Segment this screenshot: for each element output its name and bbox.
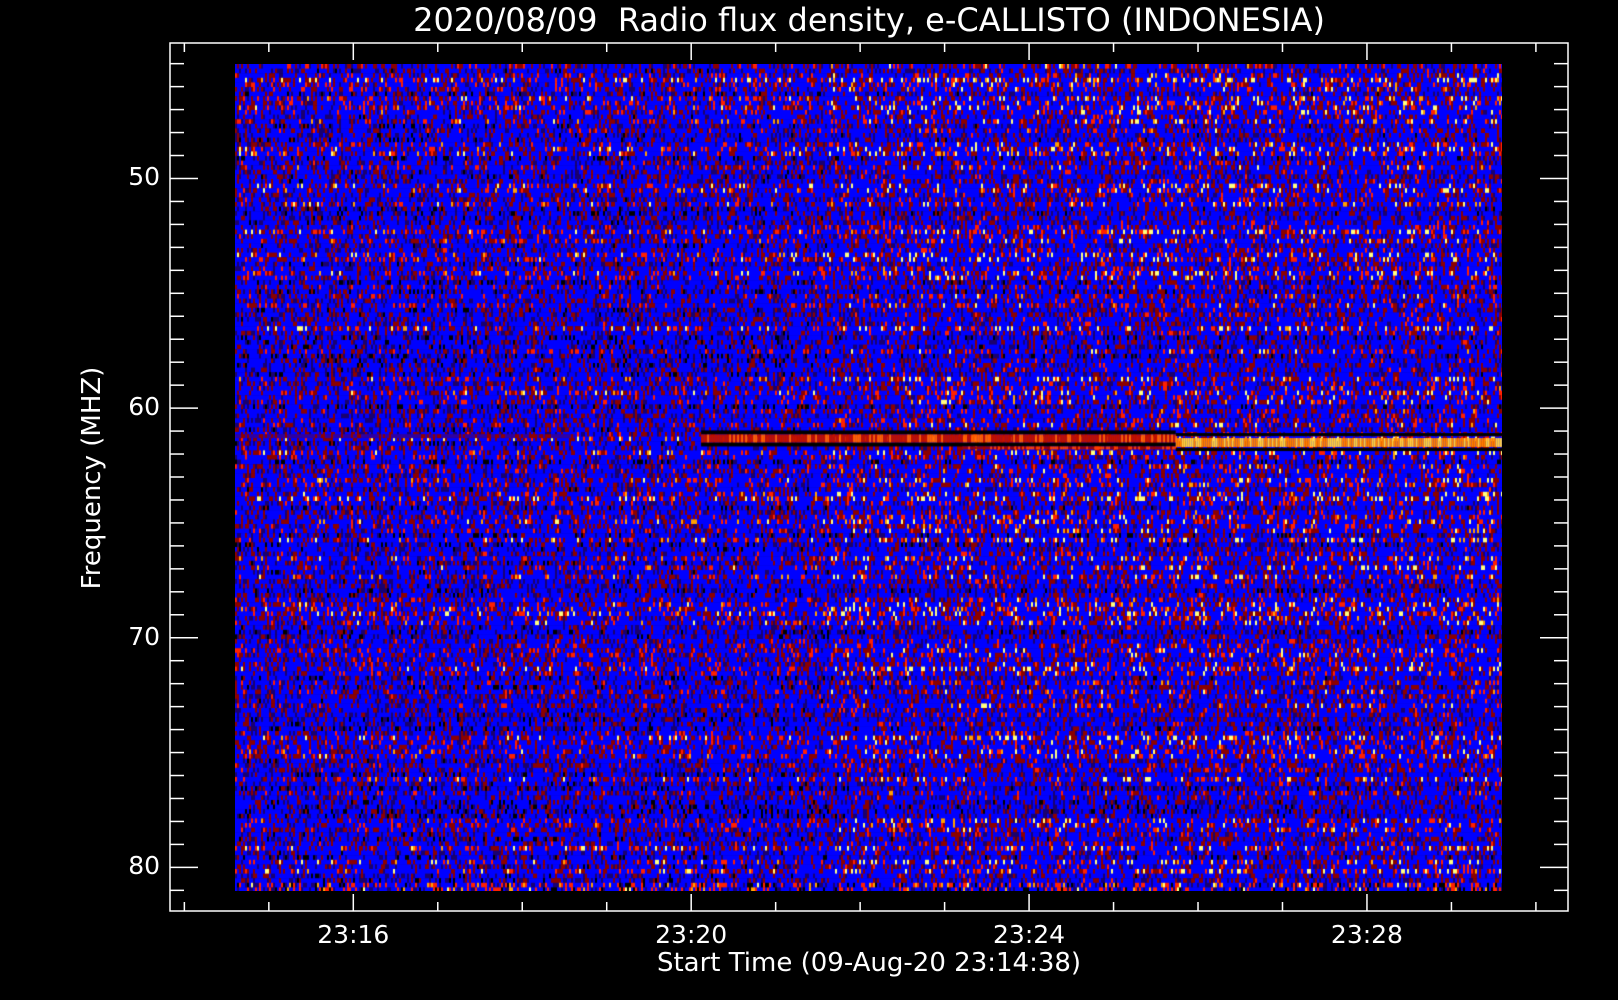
- y-tick-label: 70: [128, 621, 160, 651]
- y-tick-label: 60: [128, 392, 160, 422]
- x-tick-label: 23:24: [993, 920, 1066, 949]
- spectrogram-image: [235, 64, 1502, 891]
- x-axis-label: Start Time (09-Aug-20 23:14:38): [656, 948, 1082, 978]
- y-axis-label: Frequency (MHZ): [77, 366, 107, 590]
- x-tick-label: 23:20: [655, 920, 728, 949]
- y-tick-label: 50: [128, 162, 160, 192]
- y-tick-label: 80: [128, 851, 160, 881]
- x-tick-label: 23:16: [317, 920, 390, 949]
- x-tick-label: 23:28: [1330, 920, 1403, 949]
- spectrogram-plot: [169, 42, 1569, 912]
